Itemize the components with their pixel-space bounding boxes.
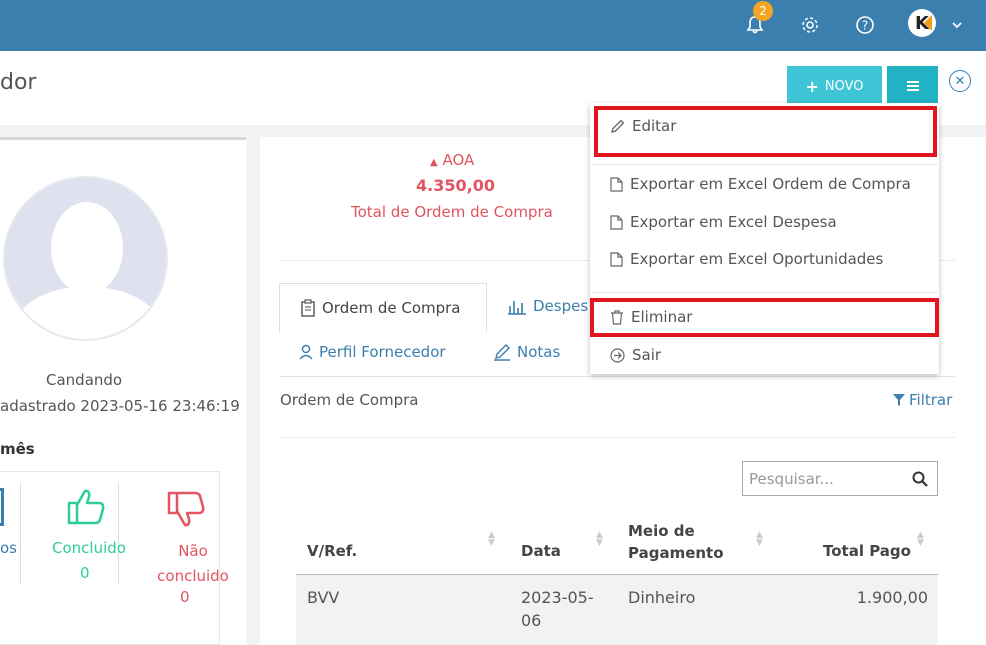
total-label: Total de Ordem de Compra <box>351 203 553 221</box>
filter-label: Filtrar <box>909 391 953 409</box>
menu-item-sair[interactable]: Sair <box>610 346 661 364</box>
column-header-date[interactable]: Data <box>521 542 561 560</box>
pen-icon <box>494 344 510 361</box>
tab-despesa[interactable]: Despes <box>507 297 588 315</box>
stat-divider <box>20 483 21 583</box>
menu-item-label: Sair <box>632 346 662 364</box>
user-icon <box>299 344 313 360</box>
sort-icon[interactable]: ▲ ▼ <box>917 531 924 548</box>
caret-up-icon: ▲ <box>430 157 438 168</box>
exit-circle-icon <box>610 347 625 363</box>
cell-date: 2023-05-06 <box>521 588 594 630</box>
stat-label: Concluido <box>52 539 126 557</box>
menu-item-label: Exportar em Excel Oportunidades <box>630 250 884 268</box>
file-icon <box>610 251 623 267</box>
menu-item-export-despesa[interactable]: Exportar em Excel Despesa <box>610 213 837 231</box>
bar-chart-icon <box>508 301 526 315</box>
sort-icon[interactable]: ▲ ▼ <box>488 531 495 548</box>
divider <box>280 437 955 438</box>
tab-label: Despes <box>533 297 589 315</box>
menu-separator <box>591 164 938 165</box>
tab-label: Perfil Fornecedor <box>319 343 446 361</box>
thumbs-down-icon <box>167 491 205 527</box>
stat-icon-partial <box>0 488 4 526</box>
search-icon[interactable] <box>912 471 928 487</box>
help-icon[interactable]: ? <box>850 10 880 40</box>
menu-item-export-ordem[interactable]: Exportar em Excel Ordem de Compra <box>610 175 911 193</box>
search-box <box>742 461 938 496</box>
stat-label: Não concluido <box>157 542 229 585</box>
column-header-ref[interactable]: V/Ref. <box>307 542 357 560</box>
menu-button[interactable] <box>887 66 938 106</box>
menu-separator <box>591 292 938 293</box>
thumbs-up-icon <box>67 489 105 525</box>
tabs-underline <box>280 376 955 377</box>
search-input[interactable] <box>749 469 909 488</box>
highlight-box-eliminar <box>590 298 939 337</box>
profile-picture <box>3 176 168 341</box>
menu-item-label: Exportar em Excel Ordem de Compra <box>630 175 911 193</box>
page-title: dor <box>0 70 37 95</box>
new-button[interactable]: + NOVO <box>787 66 882 106</box>
column-header-payment[interactable]: Meio de Pagamento <box>628 520 738 564</box>
column-header-total[interactable]: Total Pago <box>823 542 911 560</box>
hamburger-icon <box>906 81 919 91</box>
svg-text:?: ? <box>862 19 868 33</box>
registered-date: adastrado 2023-05-16 23:46:19 <box>0 397 240 415</box>
file-icon <box>610 176 623 192</box>
stat-label: os <box>0 539 17 557</box>
user-avatar[interactable]: K <box>908 9 936 37</box>
plus-icon: + <box>805 76 819 96</box>
tab-perfil-fornecedor[interactable]: Perfil Fornecedor <box>299 343 446 361</box>
currency-label: ▲ AOA <box>430 151 474 169</box>
user-name: Candando <box>46 371 123 389</box>
stat-value: 0 <box>180 588 190 606</box>
gear-icon[interactable] <box>795 10 825 40</box>
menu-item-label: Exportar em Excel Despesa <box>630 213 837 231</box>
new-button-label: NOVO <box>824 78 864 94</box>
funnel-icon <box>893 394 905 406</box>
cell-payment: Dinheiro <box>628 588 696 607</box>
stat-divider <box>118 483 119 583</box>
cell-total: 1.900,00 <box>856 588 928 607</box>
month-title: mês <box>0 440 35 458</box>
section-title: Ordem de Compra <box>280 391 419 409</box>
file-icon <box>610 214 623 230</box>
filter-button[interactable]: Filtrar <box>893 391 952 409</box>
tab-ordem-de-compra[interactable]: Ordem de Compra <box>279 283 487 332</box>
clipboard-icon <box>301 299 315 317</box>
cell-ref: BVV <box>307 588 340 607</box>
chevron-down-icon[interactable] <box>942 10 972 40</box>
tab-label: Ordem de Compra <box>322 299 461 317</box>
total-amount: 4.350,00 <box>416 176 495 195</box>
currency-text: AOA <box>442 151 475 169</box>
notification-badge: 2 <box>753 1 773 21</box>
sort-icon[interactable]: ▲ ▼ <box>596 531 603 548</box>
sort-icon[interactable]: ▲ ▼ <box>756 531 763 548</box>
tab-label: Notas <box>517 343 561 361</box>
top-navbar <box>0 0 986 51</box>
menu-item-export-oportunidades[interactable]: Exportar em Excel Oportunidades <box>610 250 883 268</box>
tab-notas[interactable]: Notas <box>493 343 560 361</box>
stat-value: 0 <box>80 564 90 582</box>
close-icon[interactable]: ✕ <box>949 70 971 92</box>
highlight-box-editar <box>594 106 937 157</box>
